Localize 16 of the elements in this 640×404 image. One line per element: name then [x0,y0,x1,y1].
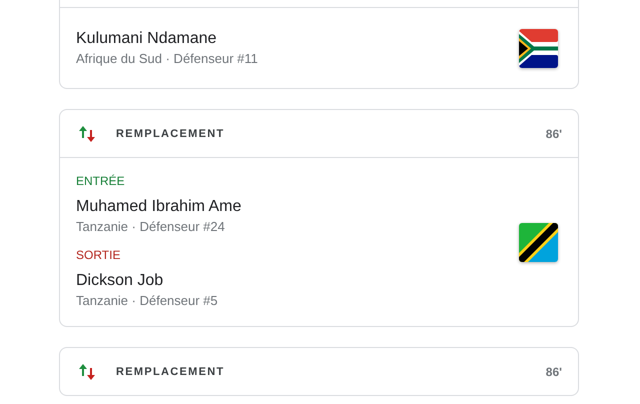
event-minute: 86' [546,364,562,378]
player-name: Muhamed Ibrahim Ame [76,197,242,217]
event-minute: 86' [546,126,562,140]
swap-arrows-icon [78,362,96,382]
player-name: Kulumani Ndamane [76,29,218,49]
event-title: REMPLACEMENT [116,366,226,378]
player-detail: Tanzanie · Défenseur #24 [76,218,226,236]
player-detail: Tanzanie · Défenseur #5 [76,292,219,310]
role-label: ENTRÉE [76,174,126,188]
flag-icon [519,28,558,68]
player-detail: Afrique du Sud · Défenseur #11 [76,50,258,68]
event-title: REMPLACEMENT [116,128,226,140]
flag-icon [519,222,558,262]
player-name: Dickson Job [76,271,164,291]
role-label: SORTIE [76,248,122,262]
swap-arrows-icon [78,124,96,144]
